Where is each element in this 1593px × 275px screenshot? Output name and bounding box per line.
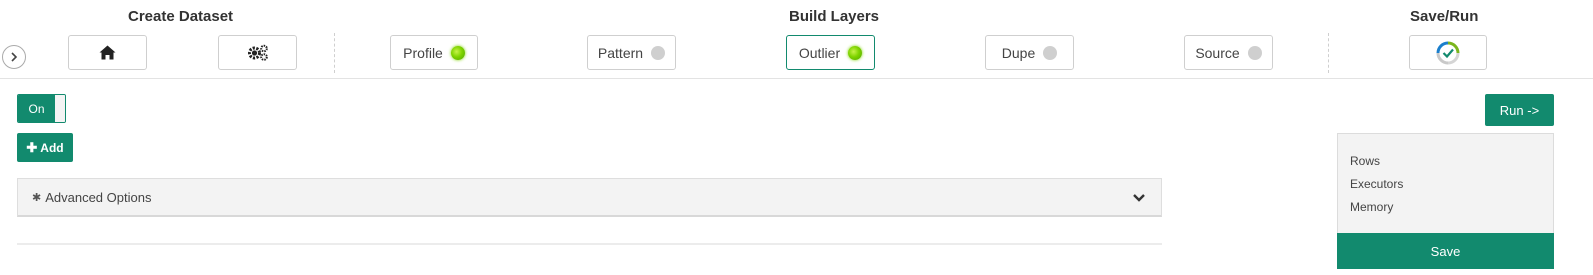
create-dataset-title: Create Dataset	[128, 8, 234, 25]
step-label: Pattern	[597, 44, 644, 61]
step-dupe[interactable]: Dupe	[985, 35, 1074, 70]
step-label: Dupe	[1001, 44, 1036, 61]
executors-label: Executors	[1350, 177, 1404, 191]
step-label: Outlier	[798, 44, 841, 61]
save-run-step-button[interactable]	[1409, 35, 1487, 70]
advanced-options-label: Advanced Options	[45, 189, 152, 205]
section-divider	[1328, 33, 1329, 73]
plus-icon: ✚	[26, 139, 38, 155]
toggle-label: On	[18, 95, 55, 122]
enable-toggle[interactable]: On	[17, 94, 66, 123]
step-label: Source	[1195, 44, 1240, 61]
collapse-toggle-button[interactable]	[2, 45, 26, 69]
divider-line	[17, 243, 1162, 245]
progress-check-icon	[1436, 41, 1460, 64]
chevron-down-icon[interactable]	[1132, 191, 1146, 205]
save-run-title: Save/Run	[1410, 8, 1479, 25]
toggle-knob	[55, 95, 65, 122]
settings-step-button[interactable]	[218, 35, 297, 70]
step-source[interactable]: Source	[1184, 35, 1273, 70]
gears-icon	[247, 44, 268, 61]
status-indicator	[651, 45, 666, 60]
step-pattern[interactable]: Pattern	[587, 35, 676, 70]
wizard-bar: Create Dataset Build Layers Save/Run Pro…	[0, 0, 1593, 79]
rows-label: Rows	[1350, 154, 1381, 168]
status-indicator	[848, 45, 863, 60]
build-layers-title: Build Layers	[789, 8, 880, 25]
status-indicator	[1247, 45, 1262, 60]
home-icon	[99, 45, 116, 60]
save-button[interactable]: Save	[1337, 233, 1554, 269]
home-step-button[interactable]	[68, 35, 147, 70]
step-outlier[interactable]: Outlier	[786, 35, 875, 70]
add-button-label: Add	[40, 140, 64, 155]
memory-label: Memory	[1350, 200, 1394, 214]
advanced-options-panel[interactable]: ✱ Advanced Options	[17, 178, 1162, 217]
chevron-right-icon	[11, 52, 18, 62]
gear-icon: ✱	[32, 191, 42, 204]
step-label: Profile	[403, 44, 443, 61]
status-indicator	[450, 45, 465, 60]
step-profile[interactable]: Profile	[390, 35, 478, 70]
run-button[interactable]: Run ->	[1485, 94, 1554, 126]
add-button[interactable]: ✚ Add	[17, 133, 73, 162]
status-indicator	[1043, 45, 1058, 60]
page: Create Dataset Build Layers Save/Run Pro…	[0, 0, 1593, 275]
section-divider	[334, 33, 335, 73]
